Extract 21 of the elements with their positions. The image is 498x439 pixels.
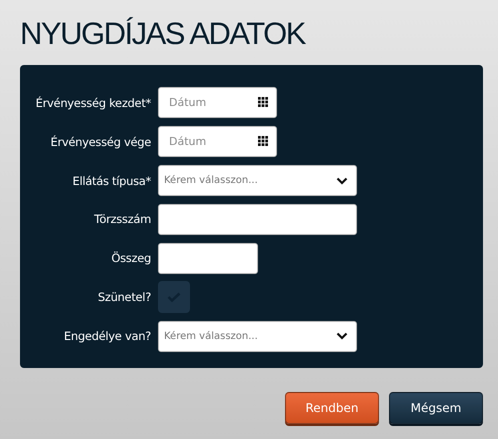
field-label: Törzsszám	[93, 212, 152, 226]
field-label: Szünetel?	[96, 290, 152, 304]
date-field[interactable]: Dátum	[158, 87, 277, 118]
chevron-down-icon	[336, 332, 348, 340]
date-field[interactable]: Dátum	[158, 126, 277, 158]
field-label: Ellátás típusa*	[72, 174, 152, 188]
dropdown[interactable]: Kérem válasszon...	[158, 165, 357, 196]
cancel-button[interactable]: Mégsem	[389, 392, 483, 424]
page-title: NYUGDÍJAS ADATOK	[20, 15, 306, 53]
field-label: Összeg	[110, 251, 152, 266]
input-field[interactable]	[158, 204, 357, 235]
checkbox[interactable]	[158, 281, 190, 314]
calendar-icon[interactable]	[258, 136, 268, 146]
calendar-icon[interactable]	[258, 97, 268, 108]
field-label: Érvényesség kezdet*	[34, 96, 152, 110]
field-label: Engedélye van?	[62, 329, 152, 344]
dropdown[interactable]: Kérem válasszon...	[158, 320, 357, 352]
field-label: Érvényesség vége	[49, 134, 152, 149]
chevron-down-icon	[336, 176, 348, 185]
input-field[interactable]	[158, 242, 258, 274]
ok-button[interactable]: Rendben	[285, 392, 379, 424]
